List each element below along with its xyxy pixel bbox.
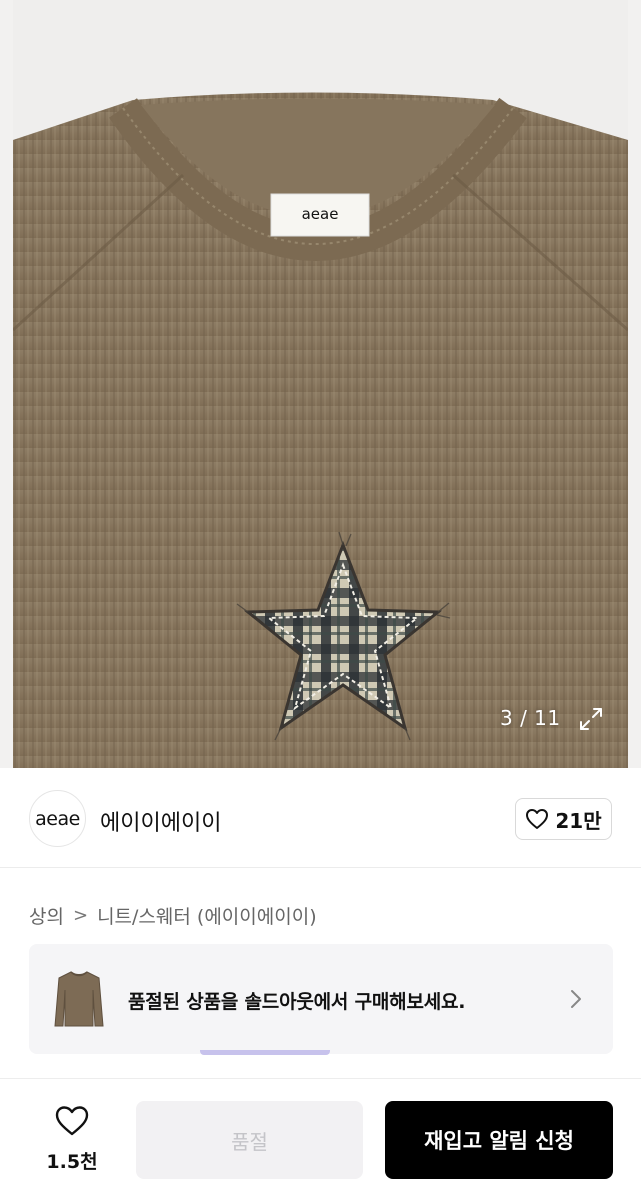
restock-alert-button[interactable]: 재입고 알림 신청 (385, 1101, 613, 1179)
wishlist-button[interactable]: 1.5천 (40, 1103, 104, 1177)
svg-text:aeae: aeae (302, 205, 339, 223)
brand-like-button[interactable]: 21만 (515, 798, 612, 840)
brand-name[interactable]: 에이이에이이 (100, 805, 221, 837)
breadcrumb-item-top[interactable]: 상의 (29, 902, 64, 929)
heart-outline-icon (55, 1106, 89, 1136)
scroll-peek-indicator (200, 1050, 330, 1055)
sweater-thumbnail (53, 968, 105, 1030)
expand-icon[interactable] (576, 704, 606, 734)
soldout-button: 품절 (136, 1101, 363, 1179)
chevron-right-icon (568, 986, 584, 1012)
soldout-promo-banner[interactable]: 품절된 상품을 솔드아웃에서 구매해보세요. (29, 944, 613, 1054)
brand-row: aeae 에이이에이이 21만 (0, 768, 641, 868)
breadcrumb-item-knit[interactable]: 니트/스웨터 (에이이에이이) (97, 902, 317, 929)
breadcrumb: 상의 > 니트/스웨터 (에이이에이이) (29, 902, 317, 929)
wishlist-count: 1.5천 (46, 1151, 98, 1173)
brand-logo-text: aeae (35, 807, 80, 830)
heart-outline-icon (526, 809, 549, 829)
bottom-action-bar: 1.5천 품절 재입고 알림 신청 (0, 1078, 641, 1200)
product-image-gallery[interactable]: aeae 3 / 11 (0, 0, 641, 768)
image-counter: 3 / 11 (500, 706, 561, 730)
brand-logo[interactable]: aeae (29, 790, 86, 847)
soldout-promo-text: 품절된 상품을 솔드아웃에서 구매해보세요. (128, 991, 466, 1013)
chevron-right-icon: > (72, 905, 89, 926)
brand-like-count: 21만 (555, 808, 602, 833)
product-photo: aeae (13, 0, 628, 768)
